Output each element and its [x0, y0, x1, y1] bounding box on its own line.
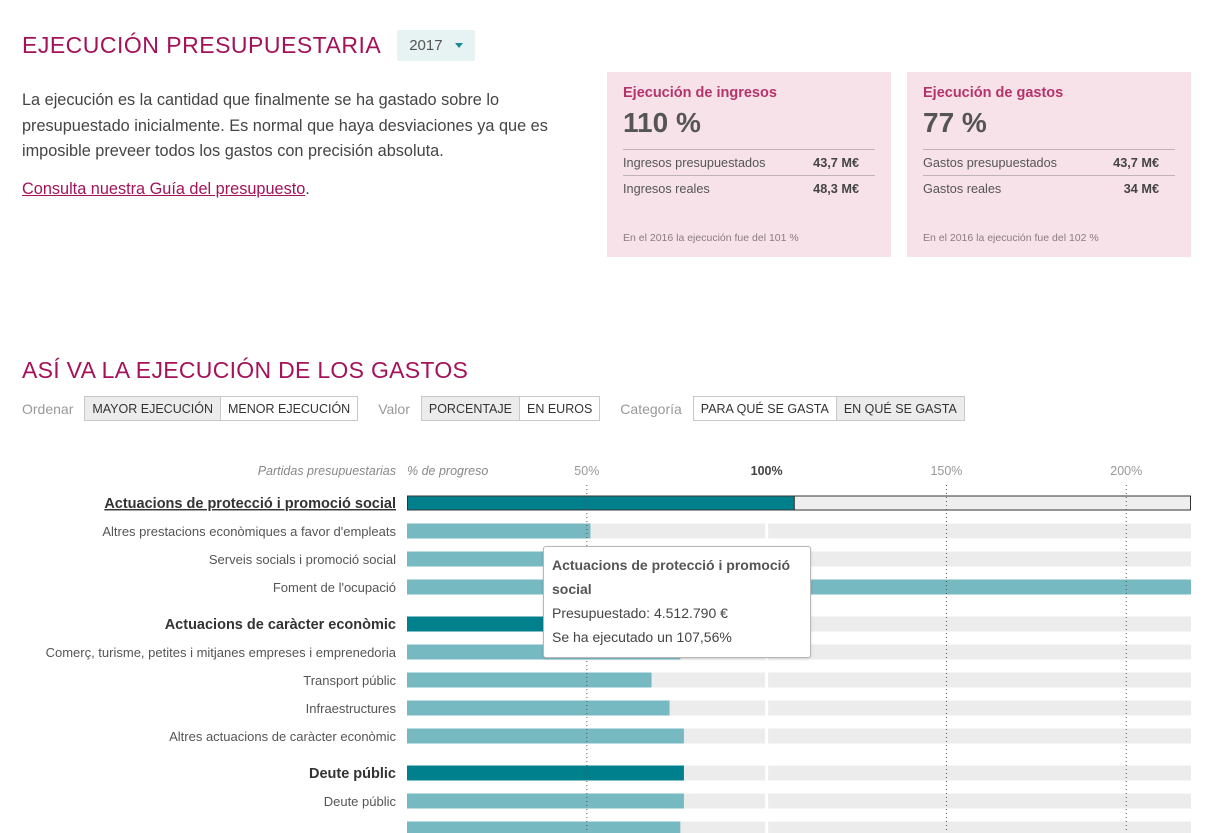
expense-execution-card: Ejecución de gastos 77 % Gastos presupue…: [907, 72, 1191, 257]
card-row: Gastos presupuestados 43,7 M€: [923, 149, 1175, 175]
card-row-label: Ingresos presupuestados: [623, 156, 766, 170]
card-row-value: 34 M€: [1123, 182, 1159, 196]
card-rows: Gastos presupuestados 43,7 M€ Gastos rea…: [923, 149, 1175, 201]
item-label: Serveis socials i promoció social: [209, 552, 396, 567]
budget-guide-link[interactable]: Consulta nuestra Guía del presupuesto: [22, 180, 305, 198]
bar-item: [407, 523, 591, 539]
item-label: Altres actuacions de caràcter econòmic: [169, 729, 396, 744]
card-row-label: Ingresos reales: [623, 182, 710, 196]
chart-tooltip: Actuacions de protecció i promoció socia…: [543, 546, 811, 658]
card-value: 77 %: [923, 107, 987, 138]
guide-link-suffix: .: [305, 180, 310, 198]
tooltip-budget: Presupuestado: 4.512.790 €: [552, 605, 728, 621]
order-least-executed-button[interactable]: MENOR EJECUCIÓN: [219, 396, 359, 421]
card-row-value: 48,3 M€: [813, 182, 859, 196]
x-tick-label: 100%: [751, 464, 783, 478]
category-type-button[interactable]: EN QUÉ SE GASTA: [835, 396, 965, 421]
page-header: EJECUCIÓN PRESUPUESTARIA 2017: [22, 30, 475, 61]
x-tick-label: 50%: [574, 464, 599, 478]
income-execution-card: Ejecución de ingresos 110 % Ingresos pre…: [607, 72, 891, 257]
guide-paragraph: Consulta nuestra Guía del presupuesto.: [22, 180, 310, 199]
bar-group: [407, 765, 684, 781]
card-label: Ejecución de gastos: [923, 85, 1064, 101]
axis-header: % de progreso: [407, 464, 488, 478]
order-most-executed-button[interactable]: MAYOR EJECUCIÓN: [84, 396, 221, 421]
value-label: Valor: [378, 400, 410, 417]
item-label: Infraestructures: [306, 701, 397, 716]
item-label: Altres prestacions econòmiques a favor d…: [102, 524, 396, 539]
card-label: Ejecución de ingresos: [623, 85, 777, 101]
item-label: Comerç, turisme, petites i mitjanes empr…: [46, 645, 397, 660]
card-row: Gastos reales 34 M€: [923, 175, 1175, 201]
bar-item: [407, 793, 684, 809]
section-title: ASÍ VA LA EJECUCIÓN DE LOS GASTOS: [22, 357, 469, 383]
order-toggle: MAYOR EJECUCIÓN MENOR EJECUCIÓN: [84, 396, 359, 421]
bar-item: [407, 728, 684, 744]
card-rows: Ingresos presupuestados 43,7 M€ Ingresos…: [623, 149, 875, 201]
order-label: Ordenar: [22, 400, 74, 417]
group-label: Deute públic: [309, 766, 396, 782]
tooltip-title: Actuacions de protecció i promoció socia…: [552, 557, 791, 597]
chevron-down-icon: [454, 43, 463, 48]
card-row: Ingresos reales 48,3 M€: [623, 175, 875, 201]
category-purpose-button[interactable]: PARA QUÉ SE GASTA: [692, 396, 837, 421]
bar-item: [407, 672, 652, 688]
page-title: EJECUCIÓN PRESUPUESTARIA: [22, 32, 382, 58]
card-row-value: 43,7 M€: [813, 156, 859, 170]
card-row-value: 43,7 M€: [1113, 156, 1159, 170]
year-select[interactable]: 2017: [397, 30, 475, 61]
x-tick-label: 150%: [930, 464, 962, 478]
bar-group-highlighted: [407, 495, 795, 511]
item-label: Foment de l'ocupació: [273, 580, 396, 595]
x-tick-label: 200%: [1110, 464, 1142, 478]
value-euros-button[interactable]: EN EUROS: [519, 396, 601, 421]
card-row-label: Gastos presupuestados: [923, 156, 1058, 170]
year-value: 2017: [409, 37, 443, 54]
value-percentage-button[interactable]: PORCENTAJE: [420, 396, 520, 421]
category-toggle: PARA QUÉ SE GASTA EN QUÉ SE GASTA: [692, 396, 965, 421]
intro-text: La ejecución es la cantidad que finalmen…: [22, 91, 548, 160]
category-label: Categoría: [620, 400, 682, 417]
tooltip-executed: Se ha ejecutado un 107,56%: [552, 629, 732, 645]
bar-item: [407, 700, 670, 716]
group-label: Actuacions de protecció i promoció socia…: [104, 496, 396, 512]
bar-item: [407, 821, 681, 833]
card-row: Ingresos presupuestados 43,7 M€: [623, 149, 875, 175]
group-label: Actuacions de caràcter econòmic: [165, 617, 396, 633]
card-value: 110 %: [623, 107, 701, 138]
item-label: Deute públic: [324, 794, 397, 809]
card-note: En el 2016 la ejecución fue del 101 %: [623, 232, 799, 244]
value-toggle: PORCENTAJE EN EUROS: [420, 396, 601, 421]
item-label: Transport públic: [303, 673, 396, 688]
card-note: En el 2016 la ejecución fue del 102 %: [923, 232, 1099, 244]
chart-controls: Ordenar MAYOR EJECUCIÓN MENOR EJECUCIÓN …: [22, 396, 985, 421]
row-header: Partidas presupuestarias: [258, 464, 396, 478]
card-row-label: Gastos reales: [923, 182, 1002, 196]
